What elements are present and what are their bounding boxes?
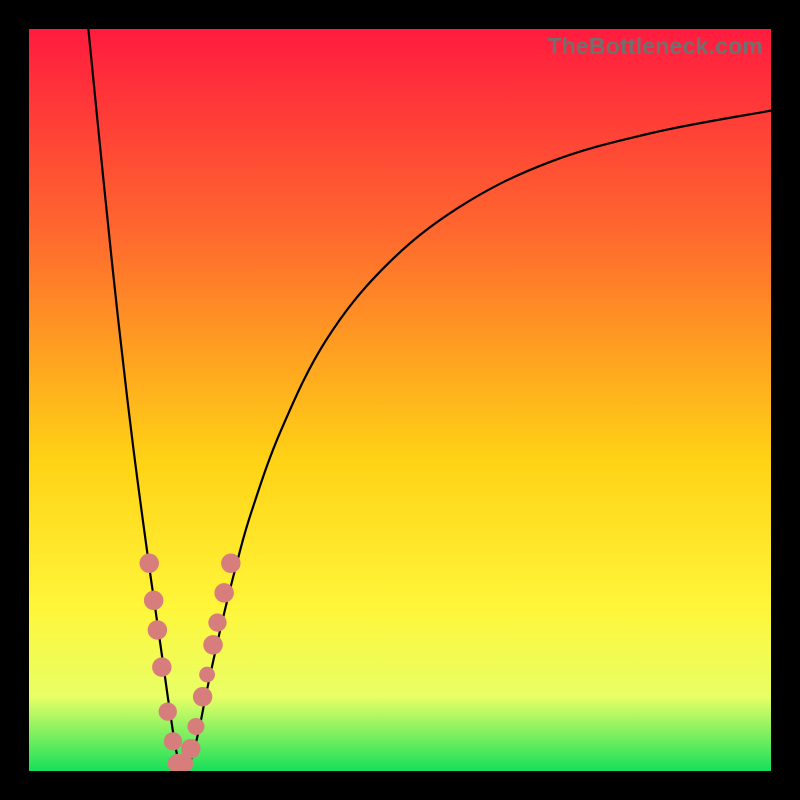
data-marker: [221, 554, 240, 573]
data-marker: [199, 667, 215, 683]
data-marker: [181, 739, 200, 758]
data-marker: [214, 583, 233, 602]
data-marker: [152, 657, 171, 676]
curve-layer: [29, 29, 771, 771]
curve-left: [88, 29, 184, 771]
curve-markers: [139, 554, 240, 772]
data-marker: [203, 635, 222, 654]
curve-right: [185, 111, 771, 771]
data-marker: [159, 703, 177, 721]
watermark-text: TheBottleneck.com: [547, 33, 763, 60]
data-marker: [139, 554, 158, 573]
data-marker: [187, 718, 204, 735]
data-marker: [193, 687, 212, 706]
data-marker: [164, 732, 182, 750]
data-marker: [144, 591, 163, 610]
chart-frame: TheBottleneck.com: [0, 0, 800, 800]
data-marker: [148, 620, 167, 639]
data-marker: [208, 613, 226, 631]
plot-area: TheBottleneck.com: [29, 29, 771, 771]
